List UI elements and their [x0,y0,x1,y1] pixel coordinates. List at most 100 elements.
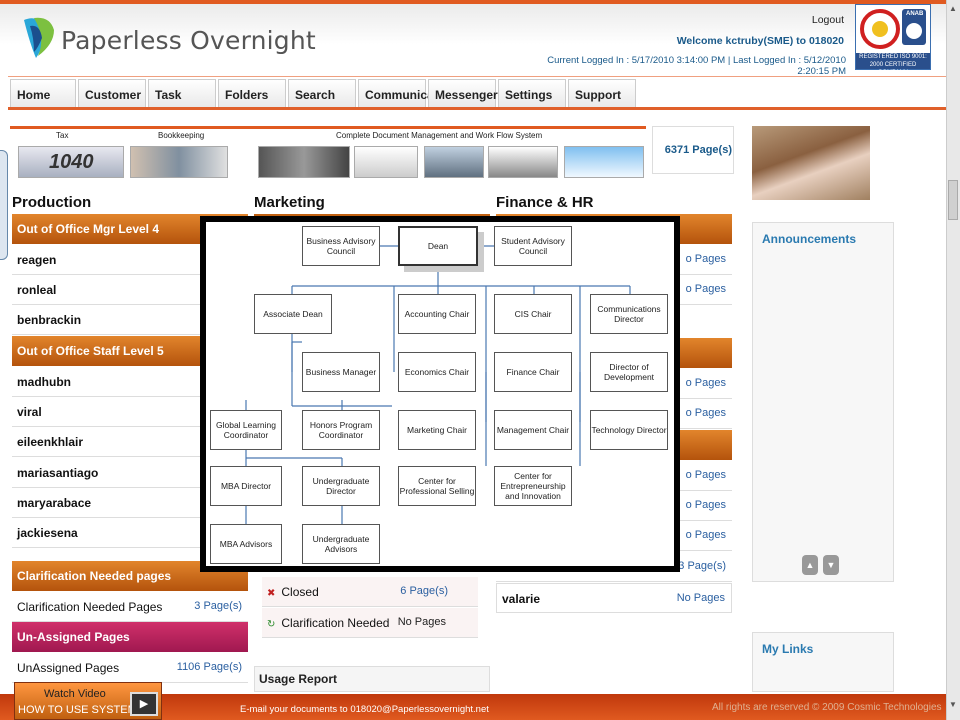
marketing-heading: Marketing [254,194,325,211]
unassigned-row[interactable]: UnAssigned Pages 1106 Page(s) [12,653,248,683]
closed-row[interactable]: ✖ Closed 6 Page(s) [262,577,478,607]
row-name: benbrackin [17,313,82,327]
banner-image-tax: 1040 [18,146,124,178]
org-economics-chair: Economics Chair [398,352,476,392]
scroll-thumb[interactable] [948,180,958,220]
org-finance-chair: Finance Chair [494,352,572,392]
closed-icon: ✖ [267,588,276,599]
org-management-chair: Management Chair [494,410,572,450]
row-name: mariasantiago [17,466,99,480]
org-business-manager: Business Manager [302,352,380,392]
usage-report-header[interactable]: Usage Report [254,666,490,692]
org-marketing-chair: Marketing Chair [398,410,476,450]
org-director-development: Director of Development [590,352,668,392]
org-undergraduate-advisors: Undergraduate Advisors [302,524,380,564]
nav-task[interactable]: Task [148,79,216,109]
footer-copyright: All rights are reserved © 2009 Cosmic Te… [712,702,942,713]
watch-video-label: Watch Video [44,688,106,700]
clarification-icon: ↻ [267,619,276,630]
banner-caption-dms: Complete Document Management and Work Fl… [336,131,543,140]
my-links-title: My Links [762,642,814,656]
nav-home[interactable]: Home [10,79,76,109]
banner-caption-tax: Tax [56,131,69,140]
org-cis-chair: CIS Chair [494,294,572,334]
banner-image-bookkeeping [130,146,228,178]
nav-search[interactable]: Search [288,79,356,109]
row-name: reagen [17,253,57,267]
row-name: madhubn [17,375,71,389]
org-accounting-chair: Accounting Chair [398,294,476,334]
row-value: o Pages [685,529,726,541]
logo-icon [20,14,58,60]
logo-text: Paperless Overnight [61,26,316,55]
org-dean: Dean [398,226,478,266]
row-name: eileenkhlair [17,435,84,449]
row-value: o Pages [685,283,726,295]
row-name: maryarabace [17,496,92,510]
banner-image-computer [488,146,558,178]
announcements-title: Announcements [762,232,857,246]
finance-heading: Finance & HR [496,194,594,211]
row-value: No Pages [676,592,725,604]
banner-caption-bookkeeping: Bookkeeping [158,131,205,140]
org-technology-director: Technology Director [590,410,668,450]
iso-anab-label: ANAB [906,11,924,17]
row-value: o Pages [685,407,726,419]
vertical-scrollbar[interactable] [946,0,960,720]
row-name: Closed [281,585,319,599]
banner-image-paper [354,146,418,178]
org-honors-program-coordinator: Honors Program Coordinator [302,410,380,450]
row-value[interactable]: 1106 Page(s) [177,661,242,673]
table-row[interactable]: valarie No Pages [496,583,732,613]
org-mba-director: MBA Director [210,466,282,506]
org-communications-director: Communications Director [590,294,668,334]
login-info: Current Logged In : 5/17/2010 3:14:00 PM… [547,55,846,77]
org-center-professional-selling: Center for Professional Selling [398,466,476,506]
org-undergraduate-director: Undergraduate Director [302,466,380,506]
org-chart-connectors [245,245,631,526]
scroll-up-button-icon[interactable]: ▲ [802,555,818,575]
my-links-panel [752,632,894,692]
nav-support[interactable]: Support [568,79,636,109]
org-student-advisory-council: Student Advisory Council [494,226,572,266]
main-nav: Home Customer Task Folders Search Commun… [8,76,946,110]
row-name: Clarification Needed [281,616,390,630]
welcome-text: Welcome kctruby(SME) to 018020 [676,35,844,47]
banner-image-scanners [258,146,350,178]
nav-messenger[interactable]: Messenger [428,79,498,109]
clarification-needed-row[interactable]: ↻ Clarification Needed No Pages [262,608,478,638]
row-name: valarie [502,592,541,606]
logout-link[interactable]: Logout [790,14,844,26]
nav-underline [8,107,946,110]
org-chart-canvas: Business Advisory Council Dean Student A… [206,222,674,566]
row-name: jackiesena [17,526,78,540]
banner-image-paperless [564,146,644,178]
row-name: UnAssigned Pages [17,661,120,675]
row-value: o Pages [685,469,726,481]
scroll-up-icon[interactable]: ▲ [948,4,958,14]
row-value: o Pages [685,253,726,265]
scroll-down-icon[interactable]: ▼ [948,700,958,710]
total-pages-link[interactable]: 6371 Page(s) [658,144,732,156]
nav-folders[interactable]: Folders [218,79,286,109]
nav-settings[interactable]: Settings [498,79,566,109]
clarification-row[interactable]: Clarification Needed Pages 3 Page(s) [12,592,248,622]
nav-communicate[interactable]: Communicate [358,79,444,109]
side-tab[interactable] [0,150,8,260]
announcements-panel [752,222,894,582]
nav-customer[interactable]: Customer [78,79,146,109]
row-name: ronleal [17,283,57,297]
org-center-entrepreneurship: Center for Entrepreneurship and Innovati… [494,466,572,506]
profile-photo [752,126,870,200]
row-name: Clarification Needed Pages [17,600,163,614]
row-value: o Pages [685,377,726,389]
row-value: o Pages [685,499,726,511]
scroll-down-button-icon[interactable]: ▼ [823,555,839,575]
unassigned-header: Un-Assigned Pages [12,622,248,652]
video-play-icon[interactable]: ▶ [130,692,158,716]
row-value[interactable]: 6 Page(s) [400,585,448,597]
row-value[interactable]: 3 Page(s) [194,600,242,612]
row-name: viral [17,405,42,419]
header-accent-line [0,0,946,4]
row-value: 3 Page(s) [678,560,726,572]
